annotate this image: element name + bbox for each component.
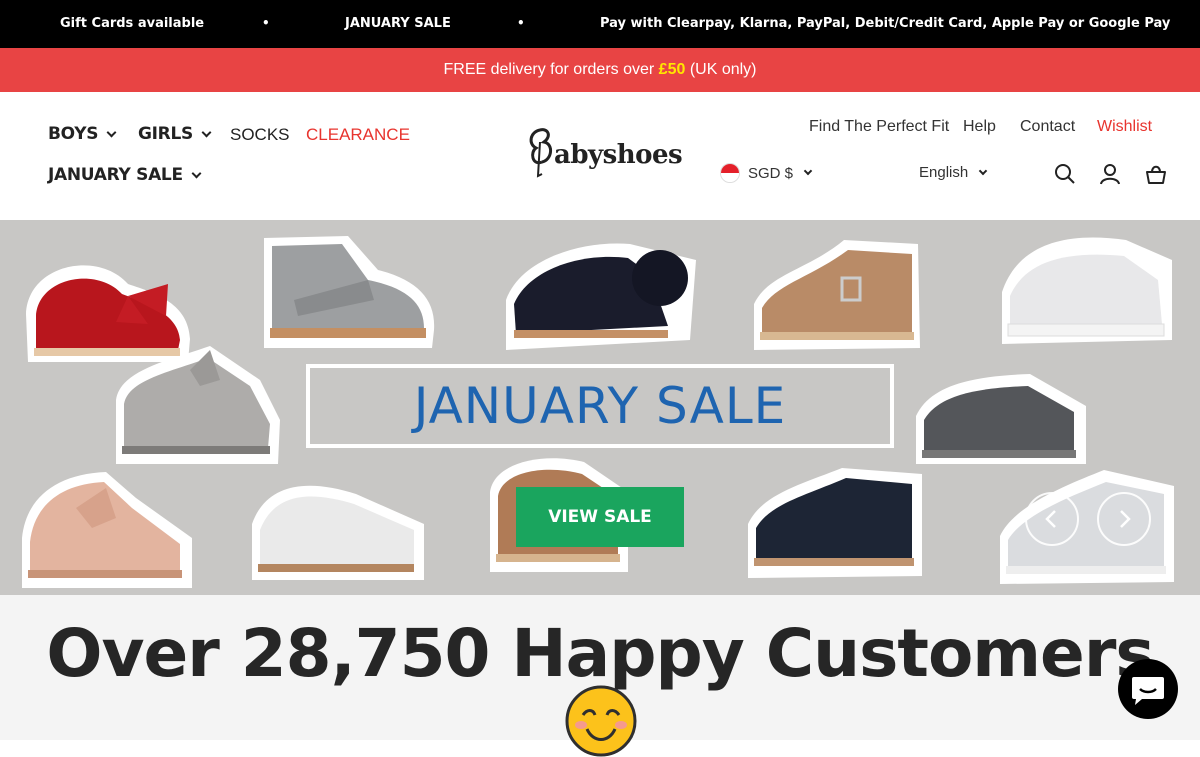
announcement-separator: • bbox=[517, 16, 525, 30]
carousel-prev-button[interactable] bbox=[1025, 492, 1079, 546]
shoe-silver-sneaker bbox=[1000, 470, 1174, 584]
promo-note: (UK only) bbox=[685, 61, 757, 78]
babyshoes-logo[interactable]: abyshoes bbox=[526, 126, 683, 186]
singapore-flag-icon bbox=[720, 163, 740, 183]
shoe-tan-buckle-boot bbox=[754, 240, 920, 350]
hero-title: JANUARY SALE bbox=[413, 377, 787, 435]
chevron-left-icon bbox=[1045, 510, 1056, 528]
chevron-down-icon bbox=[191, 168, 202, 178]
happy-customers-section: Over 28,750 Happy Customers bbox=[0, 595, 1200, 757]
shoe-navy-velcro-boot bbox=[748, 468, 922, 578]
announcement-gift-cards[interactable]: Gift Cards available bbox=[60, 16, 204, 31]
chevron-right-icon bbox=[1120, 510, 1131, 528]
nav-boys[interactable]: BOYS bbox=[48, 124, 117, 144]
nav-socks[interactable]: SOCKS bbox=[230, 125, 290, 145]
shoe-grey-velcro-boot bbox=[264, 236, 435, 348]
find-perfect-fit-link[interactable]: Find The Perfect Fit bbox=[809, 118, 949, 136]
nav-girls[interactable]: GIRLS bbox=[138, 124, 212, 144]
promo-text: FREE delivery for orders over bbox=[443, 61, 659, 78]
nav-boys-label: BOYS bbox=[48, 124, 99, 144]
chevron-down-icon bbox=[803, 166, 813, 176]
account-icon[interactable] bbox=[1098, 162, 1122, 186]
currency-selector[interactable]: SGD $ bbox=[720, 163, 813, 183]
language-selector[interactable]: English bbox=[919, 164, 988, 181]
shoe-rose-gold-bow-boot bbox=[22, 472, 192, 588]
smiling-face-icon bbox=[565, 685, 637, 757]
nav-girls-label: GIRLS bbox=[138, 124, 193, 144]
announcement-payment[interactable]: Pay with Clearpay, Klarna, PayPal, Debit… bbox=[600, 16, 1170, 31]
announcement-bar: Gift Cards available • JANUARY SALE • Pa… bbox=[0, 0, 1200, 48]
currency-label: SGD $ bbox=[748, 164, 794, 182]
sale-title-box: JANUARY SALE bbox=[306, 364, 894, 448]
announcement-separator: • bbox=[262, 16, 270, 30]
shoe-navy-pompom-boot bbox=[506, 243, 696, 350]
site-header: BOYS GIRLS SOCKS CLEARANCE JANUARY SALE … bbox=[0, 92, 1200, 220]
shoe-charcoal-t-bar bbox=[916, 374, 1086, 464]
contact-link[interactable]: Contact bbox=[1020, 118, 1075, 136]
shoe-white-buckle-boot bbox=[252, 485, 424, 580]
shoe-white-sneaker bbox=[1002, 237, 1172, 344]
hero-banner[interactable]: JANUARY SALE VIEW SALE bbox=[0, 220, 1200, 595]
chevron-down-icon bbox=[978, 166, 988, 175]
nav-january-sale[interactable]: JANUARY SALE bbox=[48, 165, 202, 185]
announcement-january-sale[interactable]: JANUARY SALE bbox=[345, 16, 451, 31]
chevron-down-icon bbox=[106, 127, 117, 137]
chevron-down-icon bbox=[201, 127, 212, 137]
language-label: English bbox=[919, 164, 969, 181]
promo-threshold: £50 bbox=[658, 61, 686, 78]
cart-icon[interactable] bbox=[1144, 162, 1168, 186]
happy-customers-heading: Over 28,750 Happy Customers bbox=[46, 615, 1154, 692]
shoe-grey-bow-mary-jane bbox=[116, 346, 280, 464]
carousel-next-button[interactable] bbox=[1097, 492, 1151, 546]
wishlist-link[interactable]: Wishlist bbox=[1097, 118, 1152, 136]
help-link[interactable]: Help bbox=[963, 118, 996, 136]
chat-icon bbox=[1132, 677, 1164, 705]
nav-january-sale-label: JANUARY SALE bbox=[48, 165, 183, 185]
nav-clearance[interactable]: CLEARANCE bbox=[306, 125, 410, 145]
free-delivery-banner: FREE delivery for orders over £50 (UK on… bbox=[0, 48, 1200, 92]
logo-text: abyshoes bbox=[554, 140, 683, 170]
chat-button[interactable] bbox=[1118, 659, 1178, 719]
view-sale-button[interactable]: VIEW SALE bbox=[516, 487, 684, 547]
search-icon[interactable] bbox=[1053, 162, 1077, 186]
